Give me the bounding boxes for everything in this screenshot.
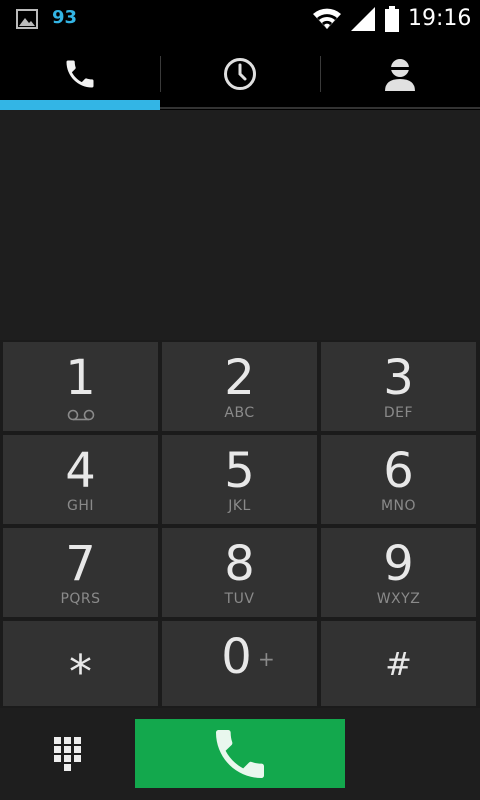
key-4[interactable]: 4 GHI [3, 435, 158, 524]
number-display[interactable] [0, 110, 480, 340]
bottom-action-bar [0, 708, 480, 800]
key-digit: 7 [65, 536, 96, 592]
key-letters: JKL [228, 498, 251, 514]
key-digit: 9 [383, 536, 414, 592]
key-digit: 8 [224, 536, 255, 592]
call-button[interactable] [135, 719, 345, 788]
key-2[interactable]: 2 ABC [162, 342, 317, 431]
tab-underline [160, 107, 480, 109]
key-3[interactable]: 3 DEF [321, 342, 476, 431]
signal-icon [351, 7, 375, 31]
dialpad: 1 2 ABC 3 DEF 4 GHI 5 JKL 6 MNO 7 PQRS 8… [0, 340, 480, 708]
battery-icon [385, 6, 399, 32]
gallery-icon [16, 9, 38, 29]
key-1[interactable]: 1 [3, 342, 158, 431]
notification-count: 93 [52, 7, 78, 28]
key-letters: MNO [380, 498, 417, 514]
key-digit: # [385, 645, 412, 683]
phone-icon [66, 60, 94, 88]
key-digit: 6 [383, 443, 414, 499]
key-digit: * [69, 645, 92, 699]
key-hash[interactable]: # [321, 621, 476, 706]
person-icon [385, 59, 415, 91]
key-8[interactable]: 8 TUV [162, 528, 317, 617]
status-bar: 93 19:16 [0, 0, 480, 38]
tab-contacts[interactable] [320, 38, 480, 110]
dialpad-icon[interactable] [52, 736, 84, 772]
key-star[interactable]: * [3, 621, 158, 706]
key-5[interactable]: 5 JKL [162, 435, 317, 524]
key-7[interactable]: 7 PQRS [3, 528, 158, 617]
key-letters: GHI [66, 498, 94, 514]
key-letters: ABC [224, 405, 255, 421]
key-plus: + [258, 647, 275, 671]
phone-icon [216, 729, 264, 778]
clock-time: 19:16 [408, 6, 472, 31]
key-digit: 4 [65, 443, 96, 499]
key-0[interactable]: 0 + [162, 621, 317, 706]
dialer-screen: 93 19:16 1 2 ABC 3 DEF 4 GHI 5 JKL 6 MNO… [0, 0, 480, 800]
key-digit: 1 [65, 350, 96, 406]
key-letters: WXYZ [376, 591, 421, 607]
key-9[interactable]: 9 WXYZ [321, 528, 476, 617]
key-letters: PQRS [60, 591, 101, 607]
key-6[interactable]: 6 MNO [321, 435, 476, 524]
key-digit: 2 [224, 350, 255, 406]
tab-recent[interactable] [160, 38, 320, 110]
key-digit: 5 [224, 443, 255, 499]
tab-selected-indicator [0, 100, 160, 110]
key-digit: 3 [383, 350, 414, 406]
key-digit: 0 [221, 629, 252, 685]
voicemail-icon [67, 409, 95, 421]
wifi-icon [313, 8, 341, 29]
key-letters: DEF [383, 405, 414, 421]
key-letters: TUV [224, 591, 255, 607]
clock-icon [224, 58, 256, 90]
